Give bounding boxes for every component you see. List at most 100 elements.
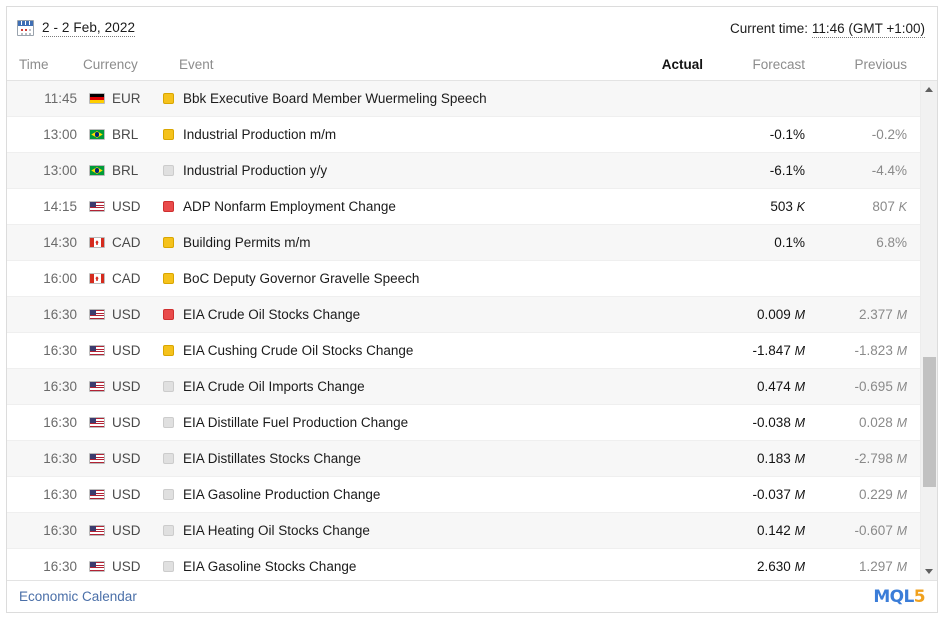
table-row[interactable]: 16:30 USD EIA Gasoline Production Change -0… [7, 477, 920, 513]
cell-previous: -4.4% [871, 163, 907, 178]
cell-event[interactable]: Bbk Executive Board Member Wuermeling Sp… [183, 81, 593, 116]
cell-time: 16:30 [43, 523, 77, 538]
table-row[interactable]: 16:30 USD EIA Gasoline Stocks Change 2.630 … [7, 549, 920, 580]
cell-event[interactable]: EIA Cushing Crude Oil Stocks Change [183, 333, 593, 368]
cell-actual [597, 369, 703, 404]
importance-medium-icon [163, 345, 174, 356]
flag-icon-us [89, 417, 105, 428]
scroll-up-button[interactable] [921, 81, 937, 98]
vertical-scrollbar[interactable] [920, 81, 937, 580]
table-row[interactable]: 16:00 CAD BoC Deputy Governor Gravelle Spe… [7, 261, 920, 297]
cell-importance [163, 189, 179, 224]
cell-previous [807, 81, 907, 116]
cell-event[interactable]: EIA Heating Oil Stocks Change [183, 513, 593, 548]
mql5-logo[interactable]: MQL5 [873, 587, 925, 607]
column-header-event[interactable]: Event [179, 49, 214, 81]
currency-code: BRL [112, 163, 139, 178]
table-body-wrapper: 11:45 EUR Bbk Executive Board Member Wuerm… [7, 81, 937, 580]
cell-time: 16:30 [43, 307, 77, 322]
column-header-time[interactable]: Time [19, 49, 49, 81]
column-header-forecast[interactable]: Forecast [705, 49, 805, 81]
cell-event[interactable]: EIA Distillate Fuel Production Change [183, 405, 593, 440]
cell-forecast [705, 261, 805, 296]
cell-previous: 0.028 M [859, 415, 907, 430]
table-row[interactable]: 13:00 BRL Industrial Production y/y -6.1% -4… [7, 153, 920, 189]
importance-medium-icon [163, 237, 174, 248]
cell-time: 16:30 [43, 559, 77, 574]
table-row[interactable]: 16:30 USD EIA Cushing Crude Oil Stocks Cha… [7, 333, 920, 369]
currency-code: BRL [112, 127, 139, 142]
cell-importance [163, 261, 179, 296]
economic-calendar-link[interactable]: Economic Calendar [19, 589, 137, 604]
cell-currency: USD [89, 477, 169, 512]
flag-icon-us [89, 381, 105, 392]
cell-event[interactable]: EIA Distillates Stocks Change [183, 441, 593, 476]
table-row[interactable]: 16:30 USD EIA Distillate Fuel Production C… [7, 405, 920, 441]
flag-icon-us [89, 453, 105, 464]
current-time-value[interactable]: 11:46 (GMT +1:00) [811, 20, 925, 38]
current-time: Current time: 11:46 (GMT +1:00) [730, 20, 925, 38]
table-row[interactable]: 16:30 USD EIA Crude Oil Stocks Change 0.009… [7, 297, 920, 333]
cell-event[interactable]: EIA Crude Oil Imports Change [183, 369, 593, 404]
scrollbar-thumb[interactable] [923, 357, 936, 488]
logo-text-accent: 5 [913, 586, 926, 607]
table-row[interactable]: 13:00 BRL Industrial Production m/m -0.1% -0… [7, 117, 920, 153]
cell-currency: USD [89, 513, 169, 548]
currency-code: USD [112, 343, 141, 358]
date-range-text[interactable]: 2 - 2 Feb, 2022 [42, 20, 136, 37]
cell-event[interactable]: ADP Nonfarm Employment Change [183, 189, 593, 224]
cell-importance [163, 405, 179, 440]
table-row[interactable]: 11:45 EUR Bbk Executive Board Member Wuerm… [7, 81, 920, 117]
economic-calendar-widget: 2 - 2 Feb, 2022 Current time: 11:46 (GMT… [0, 0, 944, 619]
table-row[interactable]: 14:30 CAD Building Permits m/m 0.1% 6.8% [7, 225, 920, 261]
cell-event[interactable]: EIA Gasoline Production Change [183, 477, 593, 512]
cell-time: 14:15 [43, 199, 77, 214]
cell-previous: 2.377 M [859, 307, 907, 322]
flag-icon-us [89, 561, 105, 572]
table-row[interactable]: 14:15 USD ADP Nonfarm Employment Change 503… [7, 189, 920, 225]
cell-actual [597, 441, 703, 476]
cell-forecast: 503 K [770, 199, 805, 214]
cell-event[interactable]: EIA Crude Oil Stocks Change [183, 297, 593, 332]
cell-currency: BRL [89, 153, 169, 188]
cell-time: 11:45 [44, 91, 77, 106]
cell-event[interactable]: EIA Gasoline Stocks Change [183, 549, 593, 580]
flag-icon-br [89, 129, 105, 140]
cell-forecast: -6.1% [769, 163, 805, 178]
column-header-currency[interactable]: Currency [83, 49, 138, 81]
column-header-actual[interactable]: Actual [597, 49, 703, 81]
importance-high-icon [163, 201, 174, 212]
cell-event[interactable]: BoC Deputy Governor Gravelle Speech [183, 261, 593, 296]
calendar-frame: 2 - 2 Feb, 2022 Current time: 11:46 (GMT… [6, 6, 938, 613]
cell-forecast: 0.1% [774, 235, 805, 250]
cell-actual [597, 261, 703, 296]
table-row[interactable]: 16:30 USD EIA Crude Oil Imports Change 0.47… [7, 369, 920, 405]
cell-forecast: 0.009 M [757, 307, 805, 322]
cell-actual [597, 333, 703, 368]
column-header-previous[interactable]: Previous [807, 49, 907, 81]
scroll-down-button[interactable] [921, 563, 937, 580]
cell-event[interactable]: Industrial Production y/y [183, 153, 593, 188]
currency-code: CAD [112, 271, 141, 286]
cell-currency: USD [89, 441, 169, 476]
cell-event[interactable]: Building Permits m/m [183, 225, 593, 260]
cell-forecast: -0.038 M [752, 415, 805, 430]
importance-low-icon [163, 453, 174, 464]
cell-forecast: 0.142 M [757, 523, 805, 538]
flag-icon-ca [89, 273, 105, 284]
table-row[interactable]: 16:30 USD EIA Heating Oil Stocks Change 0.1… [7, 513, 920, 549]
cell-currency: USD [89, 549, 169, 580]
date-range-selector[interactable]: 2 - 2 Feb, 2022 [17, 20, 136, 37]
currency-code: USD [112, 451, 141, 466]
cell-currency: USD [89, 369, 169, 404]
cell-previous: 807 K [872, 199, 907, 214]
table-row[interactable]: 16:30 USD EIA Distillates Stocks Change 0.1… [7, 441, 920, 477]
importance-low-icon [163, 381, 174, 392]
cell-previous [807, 261, 907, 296]
cell-time: 16:30 [43, 451, 77, 466]
importance-low-icon [163, 417, 174, 428]
cell-actual [597, 117, 703, 152]
cell-forecast [705, 81, 805, 116]
cell-event[interactable]: Industrial Production m/m [183, 117, 593, 152]
cell-previous: -2.798 M [854, 451, 907, 466]
